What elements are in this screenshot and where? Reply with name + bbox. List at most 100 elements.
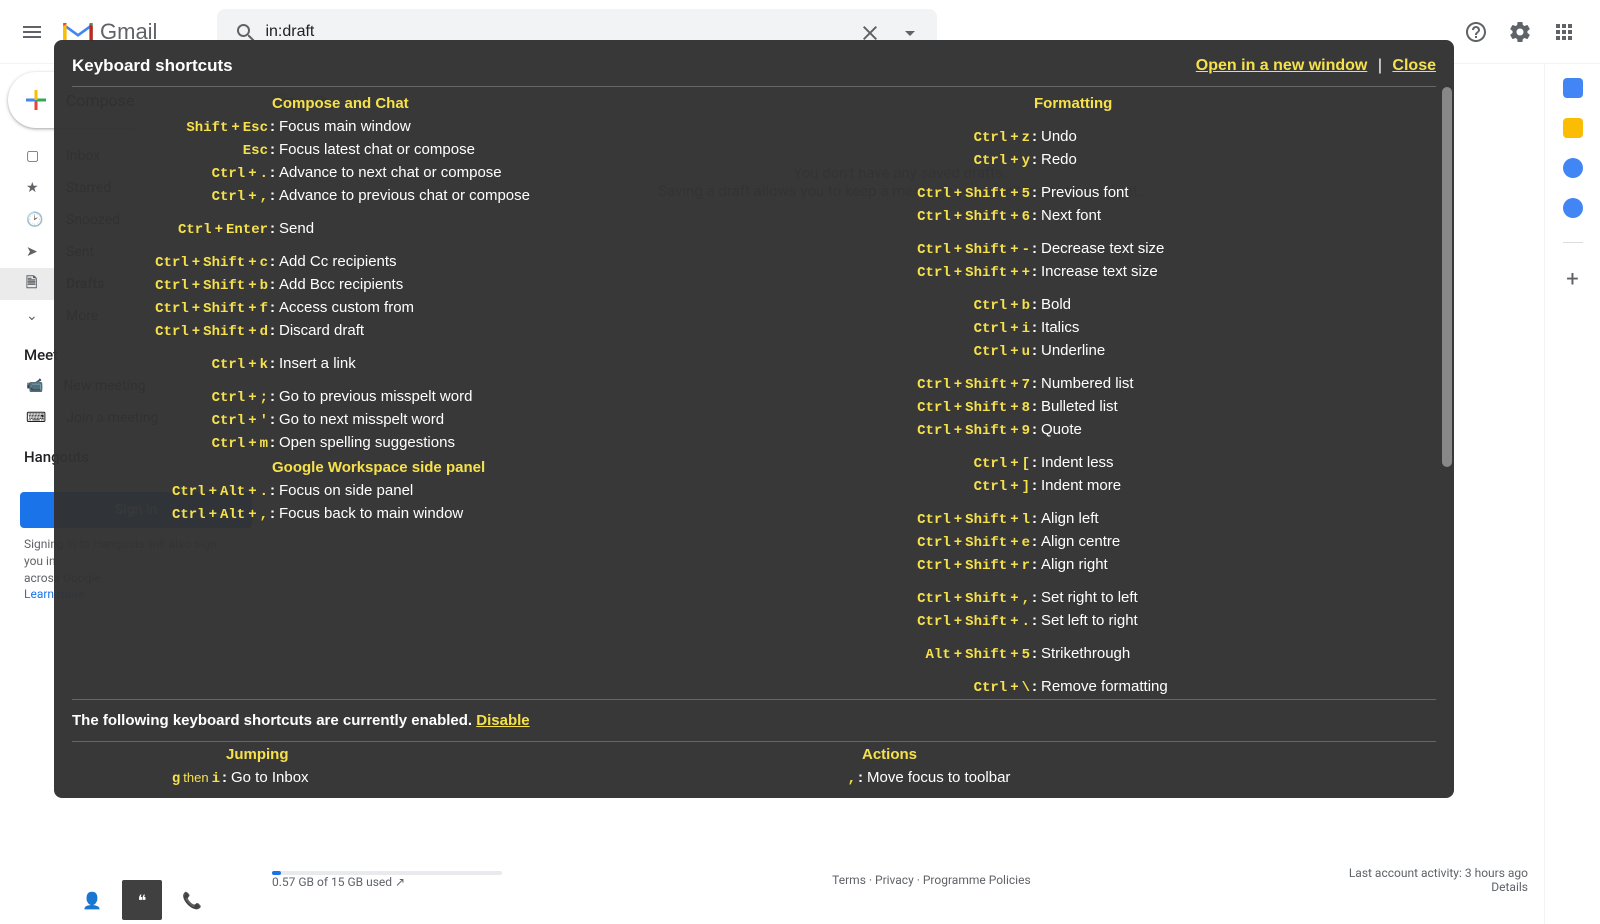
shortcut-keys: Ctrl+Alt+. [72,482,268,503]
shortcut-keys: Ctrl+\ [774,678,1030,699]
hangouts-tab[interactable]: ❝ [122,880,162,920]
shortcut-keys: gtheni [72,767,220,790]
clock-icon: 🕑 [26,212,46,228]
shortcut-row: Ctrl+Shift+.:Set left to right [774,610,1436,633]
shortcut-row: Ctrl+Shift+6:Next font [774,205,1436,228]
side-panel: + [1544,64,1600,924]
shortcut-description: Underline [1041,340,1105,361]
shortcut-keys: Esc [72,141,268,162]
section-heading: Compose and Chat [272,95,734,112]
shortcut-description: Strikethrough [1041,643,1130,664]
gear-icon [1508,20,1532,44]
shortcut-description: Bold [1041,294,1071,315]
shortcut-description: Undo [1041,126,1077,147]
disable-link[interactable]: Disable [476,712,529,729]
shortcut-description: Next font [1041,205,1101,226]
support-button[interactable] [1456,12,1496,52]
shortcut-keys: Ctrl+i [774,319,1030,340]
shortcut-row: Ctrl+k:Insert a link [72,353,734,376]
actions-column: Actions,:Move focus to toolbar [774,742,1436,790]
shortcut-row: Alt+Shift+5:Strikethrough [774,643,1436,666]
contacts-icon[interactable] [1563,198,1583,218]
storage-text: 0.57 GB of 15 GB used [272,875,392,889]
scrollbar-thumb[interactable] [1442,87,1452,467]
section-heading: Google Workspace side panel [272,459,734,476]
shortcut-row: Ctrl+Shift+b:Add Bcc recipients [72,274,734,297]
shortcut-row: Ctrl+i:Italics [774,317,1436,340]
shortcut-description: Discard draft [279,320,364,341]
shortcut-description: Focus on side panel [279,480,413,501]
shortcut-keys: Ctrl+Enter [72,220,268,241]
side-panel-divider [1563,242,1583,243]
shortcut-keys: Ctrl+Shift+6 [774,207,1030,228]
shortcut-row: Ctrl+.:Advance to next chat or compose [72,162,734,185]
shortcut-keys: Ctrl+Shift+l [774,510,1030,531]
shortcut-row: Ctrl+Shift+8:Bulleted list [774,396,1436,419]
shortcut-description: Quote [1041,419,1082,440]
shortcuts-column-2: FormattingCtrl+z:UndoCtrl+y:RedoCtrl+Shi… [774,91,1436,699]
terms-link[interactable]: Terms [832,873,866,887]
shortcut-row: ,:Move focus to toolbar [774,767,1436,790]
footer: 0.57 GB of 15 GB used ↗ Terms · Privacy … [272,866,1528,894]
shortcut-keys: Ctrl+Shift+e [774,533,1030,554]
shortcut-description: Go to previous misspelt word [279,386,472,407]
shortcut-description: Indent less [1041,452,1114,473]
shortcut-row: Ctrl+Shift+e:Align centre [774,531,1436,554]
shortcut-description: Go to Inbox [231,767,309,788]
open-new-window-link[interactable]: Open in a new window [1196,57,1368,74]
send-icon: ➤ [26,244,46,260]
shortcut-description: Align centre [1041,531,1120,552]
shortcut-row: Ctrl+Shift+l:Align left [774,508,1436,531]
shortcut-row: Ctrl+Shift+7:Numbered list [774,373,1436,396]
shortcut-keys: Ctrl+Shift+. [774,612,1030,633]
calendar-icon[interactable] [1563,78,1583,98]
shortcut-row: Ctrl+Shift+r:Align right [774,554,1436,577]
tasks-icon[interactable] [1563,158,1583,178]
search-input[interactable] [265,23,849,41]
shortcut-description: Remove formatting [1041,676,1168,697]
shortcut-keys: Ctrl+Shift+5 [774,184,1030,205]
open-storage-icon[interactable]: ↗ [395,875,405,889]
shortcut-row: Ctrl+Shift+9:Quote [774,419,1436,442]
chevron-down-icon: ⌄ [26,308,46,324]
shortcut-description: Indent more [1041,475,1121,496]
shortcut-keys: Ctrl+Shift+8 [774,398,1030,419]
shortcut-keys: Ctrl+Shift+b [72,276,268,297]
shortcut-keys: Ctrl+Shift+7 [774,375,1030,396]
close-link[interactable]: Close [1392,57,1436,74]
privacy-link[interactable]: Privacy [875,873,914,887]
shortcut-keys: Ctrl+Shift++ [774,263,1030,284]
shortcut-description: Send [279,218,314,239]
shortcut-row: Ctrl+z:Undo [774,126,1436,149]
settings-button[interactable] [1500,12,1540,52]
hamburger-icon [20,20,44,44]
drafts-icon: 🗎 [26,272,46,296]
shortcut-keys: Ctrl+y [774,151,1030,172]
link-separator: | [1378,57,1382,74]
add-on-button[interactable]: + [1566,267,1578,292]
shortcut-row: gtheni:Go to Inbox [72,767,734,790]
shortcut-description: Open spelling suggestions [279,432,455,453]
shortcuts-column-1: Compose and ChatShift+Esc:Focus main win… [72,91,734,699]
shortcut-description: Bulleted list [1041,396,1118,417]
keep-icon[interactable] [1563,118,1583,138]
phone-tab[interactable]: 📞 [172,880,212,920]
policies-link[interactable]: Programme Policies [923,873,1031,887]
compose-plus-icon [20,84,52,116]
shortcut-description: Focus main window [279,116,411,137]
shortcut-row: Ctrl+[:Indent less [774,452,1436,475]
shortcut-row: Ctrl+;:Go to previous misspelt word [72,386,734,409]
shortcut-description: Decrease text size [1041,238,1164,259]
help-icon [1464,20,1488,44]
shortcut-row: Ctrl+Enter:Send [72,218,734,241]
modal-title: Keyboard shortcuts [72,56,233,76]
shortcut-keys: Ctrl+Shift+- [774,240,1030,261]
main-menu-button[interactable] [8,8,56,56]
shortcut-row: Ctrl+m:Open spelling suggestions [72,432,734,455]
contacts-tab[interactable]: 👤 [72,880,112,920]
shortcut-row: Ctrl+y:Redo [774,149,1436,172]
details-link[interactable]: Details [1349,880,1528,894]
apps-button[interactable] [1544,12,1584,52]
shortcut-description: Move focus to toolbar [867,767,1010,788]
modal-header: Keyboard shortcuts Open in a new window … [54,40,1454,86]
